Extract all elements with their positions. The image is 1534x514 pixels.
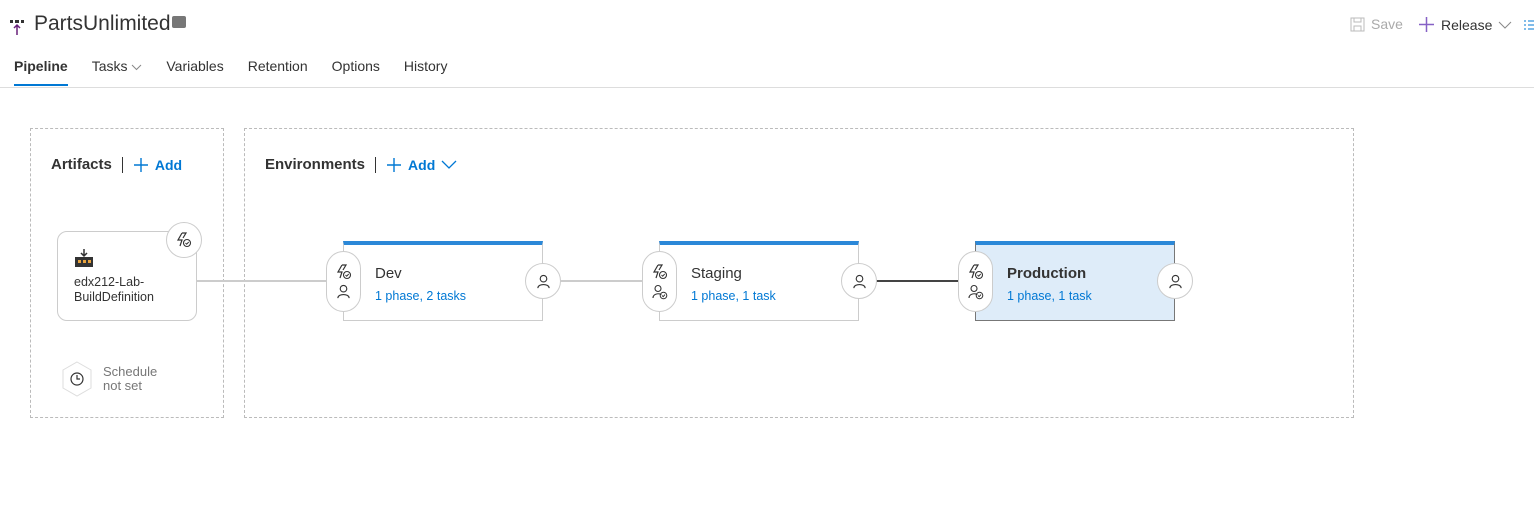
tab-tasks[interactable]: Tasks: [92, 58, 143, 86]
artifact-name-line2: BuildDefinition: [74, 290, 154, 304]
tab-options[interactable]: Options: [332, 58, 380, 86]
trigger-icon: [336, 264, 352, 280]
environment-card-dev[interactable]: Dev 1 phase, 2 tasks: [343, 241, 543, 321]
environment-card-staging[interactable]: Staging 1 phase, 1 task: [659, 241, 859, 321]
pre-deployment-conditions[interactable]: [326, 251, 361, 312]
plus-icon: [387, 157, 402, 172]
plus-icon: [1419, 17, 1434, 32]
post-deployment-approvals[interactable]: [525, 263, 561, 299]
schedule-trigger[interactable]: [61, 361, 93, 402]
divider: [0, 87, 1534, 88]
schedule-label-line1: Schedule: [103, 364, 158, 379]
environments-header: Environments Add: [265, 156, 457, 173]
tab-pipeline[interactable]: Pipeline: [14, 58, 68, 86]
connector: [560, 280, 642, 282]
connector: [876, 280, 958, 282]
trigger-icon: [176, 232, 192, 248]
add-environment-button[interactable]: Add: [386, 157, 457, 173]
list-icon[interactable]: [1524, 18, 1534, 36]
tab-tasks-label: Tasks: [91, 58, 128, 74]
post-deployment-approvals[interactable]: [841, 263, 877, 299]
schedule-label-line2: not set: [103, 378, 143, 393]
chevron-down-icon: [1499, 21, 1512, 29]
pre-deployment-conditions[interactable]: [958, 251, 993, 312]
plus-icon: [133, 157, 148, 172]
tab-bar: Pipeline Tasks Variables Retention Optio…: [14, 58, 471, 86]
artifacts-header: Artifacts Add: [51, 156, 182, 173]
environment-card-production[interactable]: Production 1 phase, 1 task: [975, 241, 1175, 321]
environments-heading: Environments: [265, 156, 366, 173]
environment-summary-link[interactable]: 1 phase, 1 task: [691, 289, 776, 303]
approver-check-icon: [652, 284, 668, 300]
add-label: Add: [408, 156, 436, 173]
person-icon: [852, 274, 867, 289]
add-artifact-button[interactable]: Add: [133, 157, 182, 173]
environment-name: Dev: [375, 265, 402, 282]
continuous-deployment-trigger[interactable]: [166, 222, 202, 258]
add-label: Add: [154, 156, 183, 173]
save-label: Save: [1371, 16, 1403, 32]
person-icon: [1168, 274, 1183, 289]
chevron-down-icon: [441, 160, 457, 169]
person-icon: [536, 274, 551, 289]
edit-title-icon[interactable]: [172, 16, 186, 28]
connector: [197, 280, 327, 282]
trigger-icon: [968, 264, 984, 280]
post-deployment-approvals[interactable]: [1157, 263, 1193, 299]
tab-retention[interactable]: Retention: [248, 58, 308, 86]
trigger-icon: [652, 264, 668, 280]
release-label: Release: [1441, 16, 1493, 33]
environment-summary-link[interactable]: 1 phase, 1 task: [1007, 289, 1092, 303]
save-button[interactable]: Save: [1350, 16, 1403, 32]
clock-icon: [62, 361, 92, 397]
release-button[interactable]: Release: [1418, 16, 1512, 33]
chevron-down-icon: [132, 64, 142, 71]
artifacts-heading: Artifacts: [51, 156, 112, 173]
environment-name: Staging: [691, 265, 742, 282]
save-icon: [1350, 17, 1365, 31]
tab-variables[interactable]: Variables: [166, 58, 223, 86]
pre-deployment-conditions[interactable]: [642, 251, 677, 312]
approver-check-icon: [968, 284, 984, 300]
page-title: PartsUnlimited: [34, 12, 171, 35]
environment-name: Production: [1007, 265, 1087, 282]
tab-history[interactable]: History: [404, 58, 448, 86]
person-icon: [336, 284, 351, 299]
release-pipeline-icon: [10, 18, 24, 41]
artifact-name-line1: edx212-Lab-: [74, 275, 145, 289]
build-artifact-icon: [75, 249, 93, 267]
environment-summary-link[interactable]: 1 phase, 2 tasks: [375, 289, 466, 303]
